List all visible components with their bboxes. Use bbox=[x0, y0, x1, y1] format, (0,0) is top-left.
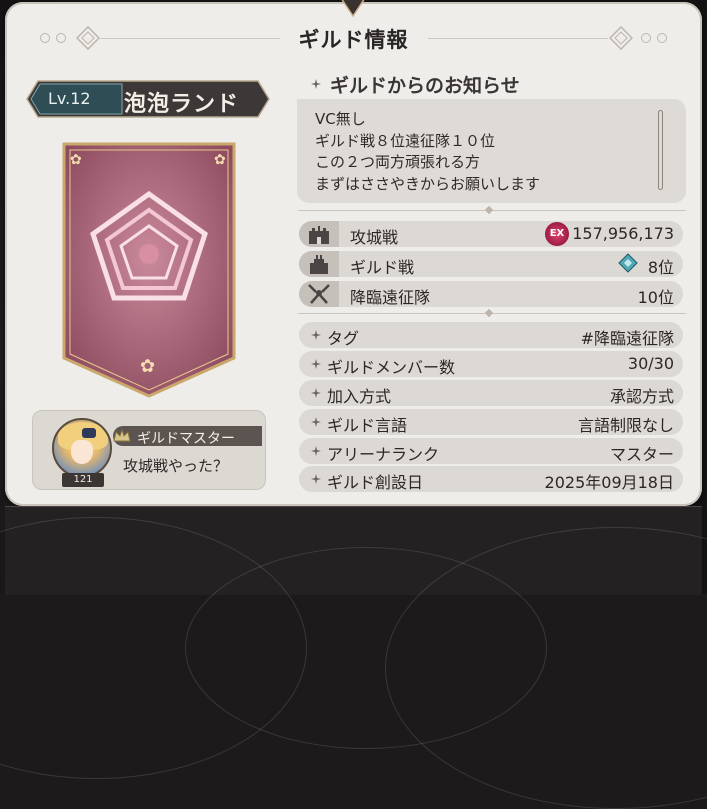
sparkle-icon bbox=[311, 417, 321, 427]
page-title: ギルド情報 bbox=[298, 28, 409, 52]
ornament-dot bbox=[641, 33, 651, 43]
svg-text:✿: ✿ bbox=[214, 152, 226, 168]
expedition-icon bbox=[308, 284, 330, 304]
stat-value-guild-war: 8位 bbox=[647, 258, 674, 277]
detail-value-tag: #降臨遠征隊 bbox=[580, 329, 674, 348]
stat-label-siege: 攻城戦 bbox=[350, 228, 399, 247]
castle-siege-icon bbox=[309, 226, 329, 244]
detail-label-arena: アリーナランク bbox=[327, 445, 440, 464]
stat-label-expedition: 降臨遠征隊 bbox=[350, 288, 431, 307]
master-message: 攻城戦やった？ bbox=[123, 457, 229, 475]
master-avatar[interactable] bbox=[52, 418, 112, 478]
detail-label-members: ギルドメンバー数 bbox=[327, 358, 456, 377]
guild-name: 泡泡ランド bbox=[124, 92, 240, 117]
crown-icon bbox=[113, 428, 131, 442]
detail-value-members: 30/30 bbox=[627, 354, 674, 373]
top-ornament-icon bbox=[341, 0, 365, 18]
notice-heading: ギルドからのお知らせ bbox=[330, 75, 520, 97]
title-rule-left bbox=[100, 38, 280, 39]
sparkle-icon bbox=[311, 446, 321, 456]
stat-value-siege: 157,956,173 bbox=[572, 224, 674, 243]
svg-text:✿: ✿ bbox=[70, 152, 82, 168]
detail-value-arena: マスター bbox=[609, 445, 674, 464]
sparkle-icon bbox=[311, 474, 321, 484]
diamond-ornament-icon bbox=[609, 26, 633, 50]
sparkle-icon bbox=[311, 330, 321, 340]
detail-label-join: 加入方式 bbox=[327, 387, 392, 406]
detail-value-join: 承認方式 bbox=[609, 387, 674, 406]
notice-scrollbar[interactable] bbox=[658, 110, 663, 190]
svg-text:✿: ✿ bbox=[140, 356, 155, 377]
stat-label-guild-war: ギルド戦 bbox=[350, 258, 415, 277]
title-rule-right bbox=[428, 38, 608, 39]
ornament-dot bbox=[56, 33, 66, 43]
diamond-ornament-icon bbox=[76, 26, 100, 50]
notice-box[interactable]: VC無し ギルド戦８位遠征隊１０位 この２つ両方頑張れる方 まずはささやきからお… bbox=[297, 99, 686, 203]
notice-text: VC無し ギルド戦８位遠征隊１０位 この２つ両方頑張れる方 まずはささやきからお… bbox=[315, 110, 541, 193]
detail-label-tag: タグ bbox=[327, 329, 360, 348]
sparkle-icon bbox=[311, 79, 321, 89]
ornament-dot bbox=[657, 33, 667, 43]
bottom-decoration bbox=[0, 506, 707, 809]
detail-value-language: 言語制限なし bbox=[577, 416, 674, 435]
guild-war-icon bbox=[310, 255, 328, 274]
ornament-dot bbox=[40, 33, 50, 43]
sparkle-icon bbox=[311, 359, 321, 369]
guild-level: Lv.12 bbox=[48, 89, 91, 108]
guild-emblem-banner: ✿ ✿ ✿ bbox=[62, 142, 236, 398]
sparkle-icon bbox=[311, 388, 321, 398]
detail-label-language: ギルド言語 bbox=[327, 416, 408, 435]
master-level-badge: 121 bbox=[62, 473, 104, 487]
detail-value-founded: 2025年09月18日 bbox=[544, 473, 674, 492]
master-label: ギルドマスター bbox=[137, 431, 235, 447]
stat-value-expedition: 10位 bbox=[637, 288, 674, 307]
detail-label-founded: ギルド創設日 bbox=[327, 473, 424, 492]
